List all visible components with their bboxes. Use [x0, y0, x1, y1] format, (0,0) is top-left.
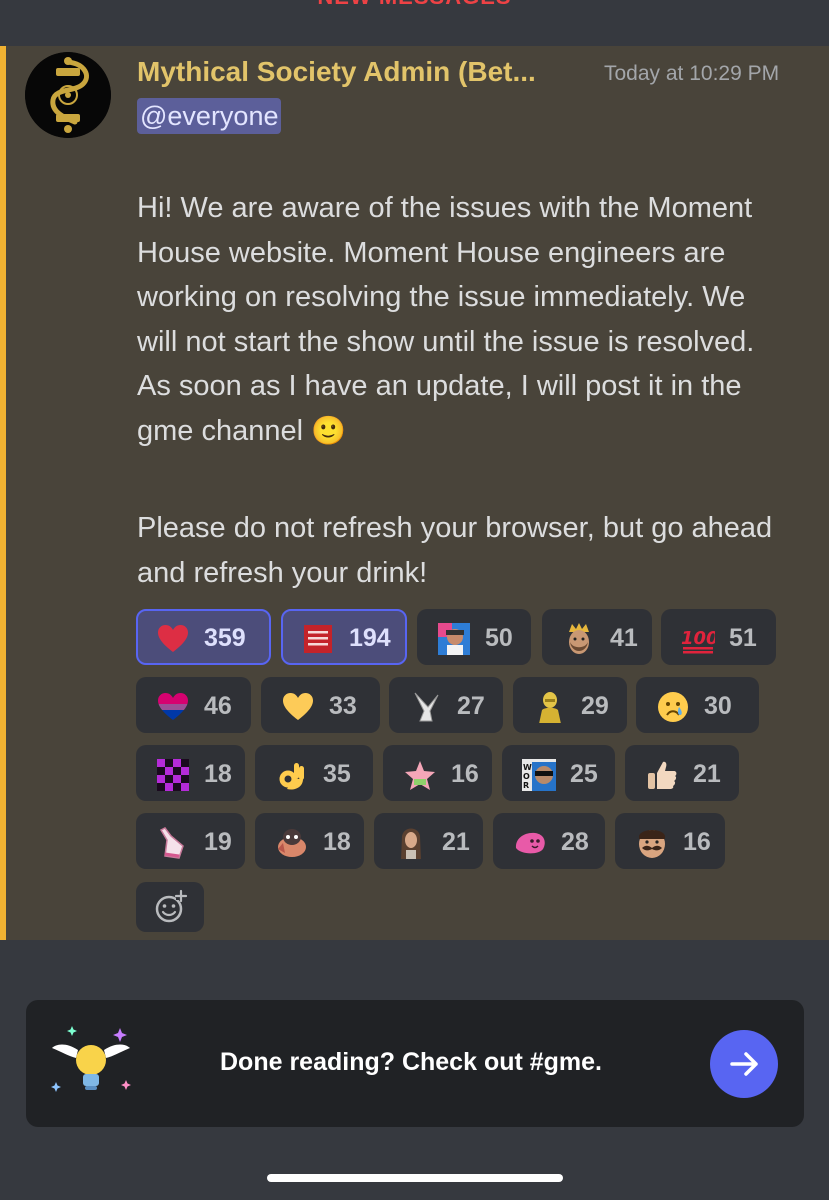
reaction-count: 50 [485, 624, 513, 652]
mythical-society-logo [25, 52, 111, 138]
timestamp: Today at 10:29 PM [604, 62, 780, 85]
crying-face-icon [656, 691, 690, 723]
mustache-man-icon [635, 827, 669, 859]
message-paragraph-2: Please do not refresh your browser, but … [137, 512, 773, 589]
cartoon-bird-icon [275, 827, 309, 859]
thumbs-up-icon [645, 759, 679, 791]
reaction-crowned-man[interactable]: 41 [542, 609, 652, 665]
reaction-count: 21 [442, 828, 470, 856]
hundred-points-icon: 100 [681, 623, 715, 655]
mention-highlight-bar [0, 46, 6, 940]
reaction-count: 30 [704, 692, 732, 720]
red-heart-icon [156, 623, 190, 655]
svg-text:R: R [523, 781, 529, 790]
reaction-purple-checker[interactable]: 18 [136, 745, 245, 801]
reaction-count: 19 [204, 828, 232, 856]
reaction-mustache-man[interactable]: 16 [615, 813, 725, 869]
svg-text:W: W [523, 763, 532, 772]
slight-smile-emoji: 🙂 [311, 414, 346, 446]
reaction-count: 29 [581, 692, 609, 720]
reaction-golden-statue[interactable]: 29 [513, 677, 627, 733]
everyone-mention[interactable]: @everyone [137, 98, 282, 134]
reaction-cartoon-bird[interactable]: 18 [255, 813, 364, 869]
reaction-count: 194 [349, 624, 391, 652]
person-sticker-icon [437, 623, 471, 655]
svg-text:100: 100 [681, 628, 715, 649]
go-to-channel-button[interactable] [710, 1030, 778, 1098]
purple-checker-icon [156, 759, 190, 791]
were-still-good-sign-icon [301, 623, 335, 655]
add-reaction-button[interactable] [136, 882, 204, 932]
reaction-count: 16 [451, 760, 479, 788]
home-indicator[interactable] [267, 1174, 563, 1182]
new-messages-label: NEW MESSAGES [0, 0, 829, 10]
reaction-white-horns[interactable]: 27 [389, 677, 503, 733]
reaction-person-sticker[interactable]: 50 [417, 609, 531, 665]
avatar[interactable] [25, 52, 111, 138]
reaction-patrick-star[interactable]: 16 [383, 745, 492, 801]
reaction-count: 27 [457, 692, 485, 720]
patrick-star-icon [403, 759, 437, 791]
reaction-count: 33 [329, 692, 357, 720]
reaction-red-heart[interactable]: 359 [136, 609, 271, 665]
reaction-hundred-points[interactable]: 100 51 [661, 609, 776, 665]
done-reading-text: Done reading? Check out #gme. [220, 1048, 603, 1076]
reaction-count: 16 [683, 828, 711, 856]
reaction-crying-face[interactable]: 30 [636, 677, 759, 733]
reaction-pointing-hand[interactable]: 19 [136, 813, 245, 869]
golden-statue-icon [533, 691, 567, 723]
reaction-count: 25 [570, 760, 598, 788]
new-messages-banner[interactable]: NEW MESSAGES [0, 0, 829, 46]
message-paragraph-1: Hi! We are aware of the issues with the … [137, 186, 787, 453]
reaction-count: 28 [561, 828, 589, 856]
reaction-count: 51 [729, 624, 757, 652]
reaction-count: 35 [323, 760, 351, 788]
reaction-were-still-good[interactable]: 194 [281, 609, 407, 665]
reaction-thumbs-up[interactable]: 21 [625, 745, 739, 801]
bi-pride-heart-icon [156, 691, 190, 723]
winged-lightbulb-icon [51, 1026, 131, 1092]
reaction-ok-hand[interactable]: 35 [255, 745, 373, 801]
reaction-pink-blob[interactable]: 28 [493, 813, 605, 869]
arrow-right-icon [730, 1052, 758, 1076]
reaction-word-sunglasses[interactable]: WOR 25 [502, 745, 615, 801]
word-sunglasses-icon: WOR [522, 759, 556, 791]
reaction-count: 46 [204, 692, 232, 720]
reaction-bi-pride-heart[interactable]: 46 [136, 677, 251, 733]
yellow-heart-icon [281, 691, 315, 723]
paragraph-1-text: Hi! We are aware of the issues with the … [137, 192, 755, 447]
reaction-count: 18 [204, 760, 232, 788]
reaction-long-hair-person[interactable]: 21 [374, 813, 483, 869]
pink-blob-icon [513, 827, 547, 859]
crowned-man-icon [562, 623, 596, 655]
reaction-count: 18 [323, 828, 351, 856]
username[interactable]: Mythical Society Admin (Bet... [137, 56, 587, 88]
reaction-count: 359 [204, 624, 246, 652]
svg-text:O: O [523, 772, 530, 781]
reaction-count: 41 [610, 624, 638, 652]
ok-hand-icon [275, 759, 309, 791]
pointing-hand-icon [156, 827, 190, 859]
long-hair-person-icon [394, 827, 428, 859]
white-horns-icon [409, 691, 443, 723]
add-reaction-icon [155, 889, 188, 923]
message[interactable]: Mythical Society Admin (Bet... Today at … [0, 46, 829, 940]
reaction-yellow-heart[interactable]: 33 [261, 677, 380, 733]
reaction-count: 21 [693, 760, 721, 788]
done-reading-card[interactable]: Done reading? Check out #gme. [26, 1000, 804, 1127]
